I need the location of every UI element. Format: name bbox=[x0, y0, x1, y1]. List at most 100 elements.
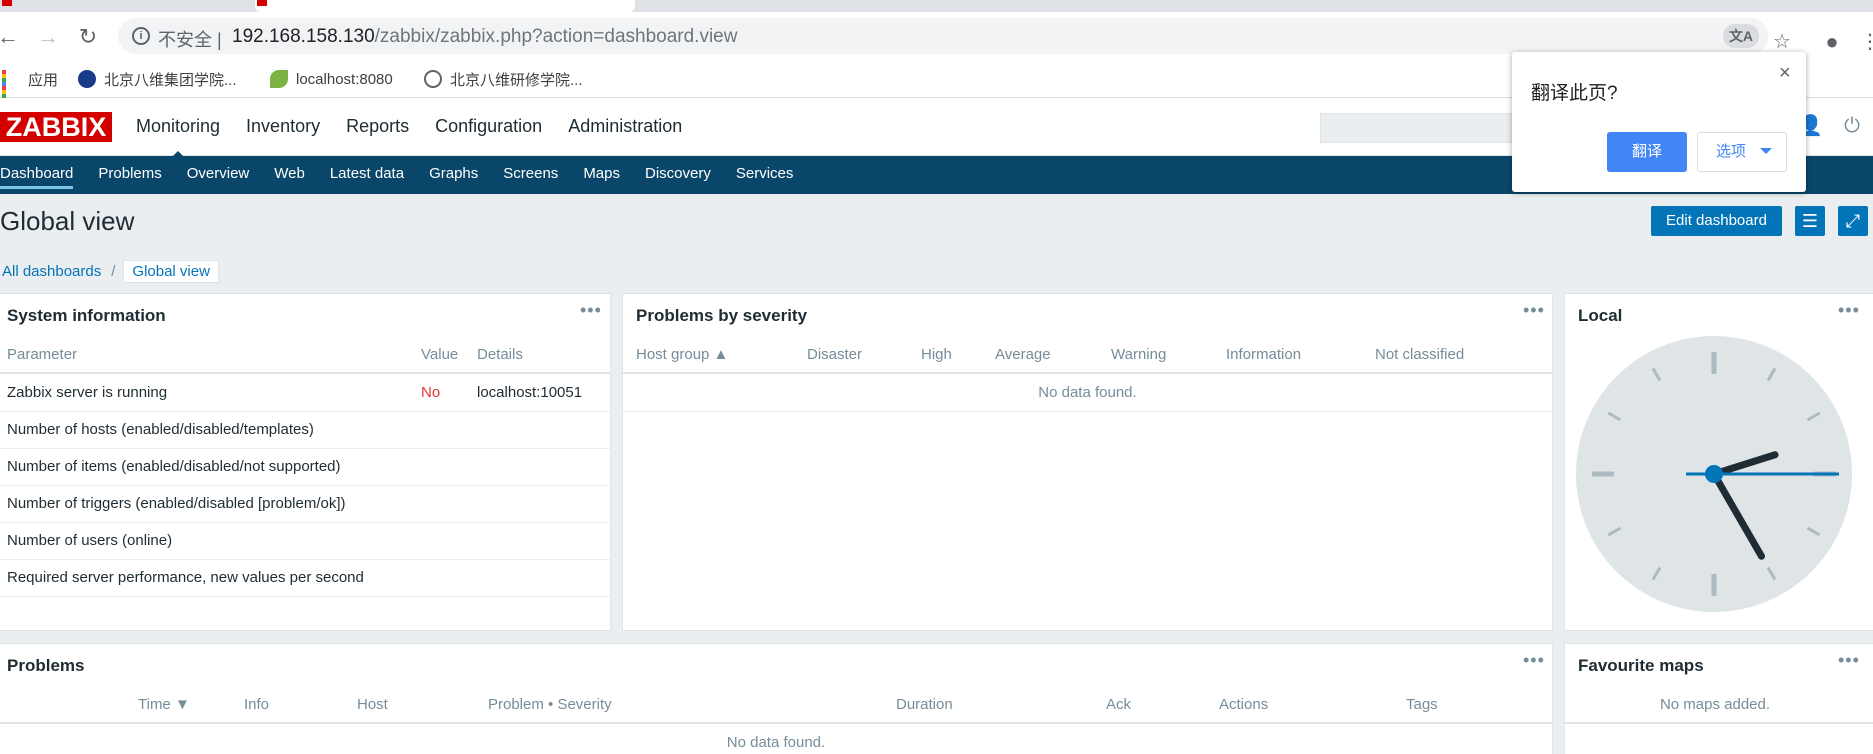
widget-menu-icon[interactable]: ••• bbox=[580, 300, 602, 321]
tab-web[interactable]: Web bbox=[274, 165, 305, 189]
top-menu: Monitoring Inventory Reports Configurati… bbox=[136, 116, 682, 159]
widget-title: Problems bbox=[7, 656, 85, 675]
param-cell: Number of hosts (enabled/disabled/templa… bbox=[7, 421, 314, 438]
tab-favicon bbox=[257, 0, 267, 6]
logout-icon[interactable]: ⏻ bbox=[1840, 114, 1864, 138]
url-input[interactable]: i 不安全 | 192.168.158.130/zabbix/zabbix.ph… bbox=[118, 18, 1768, 54]
fullscreen-button[interactable]: ⤢ bbox=[1838, 206, 1868, 236]
widget-title: Favourite maps bbox=[1578, 656, 1704, 675]
tab-problems[interactable]: Problems bbox=[98, 165, 161, 189]
favourite-maps-widget: Favourite maps ••• No maps added. bbox=[1564, 643, 1873, 754]
site-icon bbox=[78, 70, 96, 88]
bookmark-apps[interactable]: 应用 bbox=[2, 68, 59, 106]
tab-latest-data[interactable]: Latest data bbox=[330, 165, 404, 189]
bookmark-label: 应用 bbox=[28, 71, 59, 89]
dashboard-menu-button[interactable]: ☰ bbox=[1795, 206, 1825, 236]
row-divider bbox=[623, 411, 1552, 412]
widget-menu-icon[interactable]: ••• bbox=[1838, 650, 1860, 671]
translate-button[interactable]: 翻译 bbox=[1607, 132, 1687, 172]
browser-tab[interactable] bbox=[255, 0, 635, 12]
widget-title: Problems by severity bbox=[636, 306, 808, 325]
url-text: 192.168.158.130/zabbix/zabbix.php?action… bbox=[232, 26, 737, 48]
widget-menu-icon[interactable]: ••• bbox=[1523, 300, 1545, 321]
zabbix-logo[interactable]: ZABBIX bbox=[0, 112, 112, 142]
menu-icon[interactable]: ⋮ bbox=[1858, 30, 1873, 54]
close-icon[interactable]: × bbox=[1779, 62, 1791, 85]
bookmark-localhost[interactable]: localhost:8080 bbox=[270, 68, 393, 90]
column-value: Value bbox=[421, 346, 459, 363]
problems-by-severity-widget: Problems by severity ••• Host group ▲ Di… bbox=[622, 293, 1553, 631]
tab-graphs[interactable]: Graphs bbox=[429, 165, 478, 189]
forward-icon[interactable]: → bbox=[36, 26, 60, 48]
account-icon[interactable]: ● bbox=[1820, 30, 1844, 54]
tab-maps[interactable]: Maps bbox=[583, 165, 620, 189]
fullscreen-icon: ⤢ bbox=[1845, 211, 1861, 231]
row-divider bbox=[0, 411, 610, 412]
row-divider bbox=[0, 485, 610, 486]
header-divider bbox=[623, 372, 1552, 374]
column-warning: Warning bbox=[1111, 346, 1167, 363]
breadcrumb: All dashboards / Global view bbox=[0, 260, 219, 283]
widget-menu-icon[interactable]: ••• bbox=[1523, 650, 1545, 671]
tab-discovery[interactable]: Discovery bbox=[645, 165, 711, 189]
no-data-message: No data found. bbox=[726, 734, 826, 751]
bookmark-label: 北京八维集团学院... bbox=[104, 71, 237, 89]
back-icon[interactable]: ← bbox=[0, 26, 20, 48]
column-host-group[interactable]: Host group ▲ bbox=[636, 346, 728, 363]
tab-overview[interactable]: Overview bbox=[187, 165, 250, 189]
page-title: Global view bbox=[0, 206, 135, 236]
options-button[interactable]: 选项 bbox=[1697, 132, 1787, 172]
search-input[interactable] bbox=[1320, 113, 1520, 143]
bookmark-label: localhost:8080 bbox=[296, 70, 393, 88]
options-label: 选项 bbox=[1716, 143, 1747, 160]
column-host: Host bbox=[357, 696, 388, 713]
reload-icon[interactable]: ↻ bbox=[76, 26, 100, 48]
leaf-icon bbox=[270, 70, 288, 88]
bookmark-label: 北京八维研修学院... bbox=[450, 71, 583, 89]
column-details: Details bbox=[477, 346, 523, 363]
problems-widget: Problems ••• Time ▼ Info Host Problem • … bbox=[0, 643, 1553, 754]
column-time[interactable]: Time ▼ bbox=[138, 696, 190, 713]
breadcrumb-current[interactable]: Global view bbox=[123, 260, 219, 283]
header-divider bbox=[0, 722, 1552, 724]
menu-administration[interactable]: Administration bbox=[568, 116, 682, 137]
menu-reports[interactable]: Reports bbox=[346, 116, 409, 137]
param-cell: Required server performance, new values … bbox=[7, 569, 364, 586]
no-maps-message: No maps added. bbox=[1659, 696, 1771, 713]
star-icon[interactable]: ☆ bbox=[1770, 30, 1794, 54]
site-info-icon[interactable]: i bbox=[132, 27, 150, 45]
row-divider bbox=[0, 522, 610, 523]
param-cell: Number of items (enabled/disabled/not su… bbox=[7, 458, 341, 475]
tab-favicon bbox=[2, 0, 12, 6]
column-not-classified: Not classified bbox=[1375, 346, 1465, 363]
menu-inventory[interactable]: Inventory bbox=[246, 116, 320, 137]
bookmark-bawei-institute[interactable]: 北京八维研修学院... bbox=[424, 68, 583, 90]
param-cell: Number of users (online) bbox=[7, 532, 173, 549]
system-information-widget: System information ••• Parameter Value D… bbox=[0, 293, 611, 631]
menu-monitoring[interactable]: Monitoring bbox=[136, 116, 220, 159]
column-problem-severity: Problem • Severity bbox=[488, 696, 612, 713]
translate-question: 翻译此页? bbox=[1531, 83, 1618, 104]
tab-screens[interactable]: Screens bbox=[503, 165, 558, 189]
column-actions: Actions bbox=[1219, 696, 1269, 713]
widget-title: Local bbox=[1578, 306, 1623, 325]
globe-icon bbox=[424, 70, 442, 88]
column-tags: Tags bbox=[1406, 696, 1438, 713]
clock-center bbox=[1705, 465, 1723, 483]
insecure-label: 不安全 | bbox=[158, 30, 222, 50]
param-cell: Number of triggers (enabled/disabled [pr… bbox=[7, 495, 346, 512]
row-divider bbox=[0, 596, 610, 597]
edit-dashboard-button[interactable]: Edit dashboard bbox=[1651, 206, 1782, 236]
breadcrumb-all-dashboards[interactable]: All dashboards bbox=[0, 263, 103, 280]
row-divider bbox=[0, 559, 610, 560]
widget-menu-icon[interactable]: ••• bbox=[1838, 300, 1860, 321]
tab-dashboard[interactable]: Dashboard bbox=[0, 165, 74, 189]
column-duration: Duration bbox=[896, 696, 953, 713]
menu-configuration[interactable]: Configuration bbox=[435, 116, 542, 137]
no-data-message: No data found. bbox=[1038, 384, 1137, 401]
url-host: 192.168.158.130 bbox=[232, 26, 375, 47]
tab-services[interactable]: Services bbox=[736, 165, 794, 189]
bookmark-bawei-group[interactable]: 北京八维集团学院... bbox=[78, 68, 237, 90]
translate-icon[interactable]: 文A bbox=[1723, 24, 1759, 48]
widget-title: System information bbox=[7, 306, 166, 325]
